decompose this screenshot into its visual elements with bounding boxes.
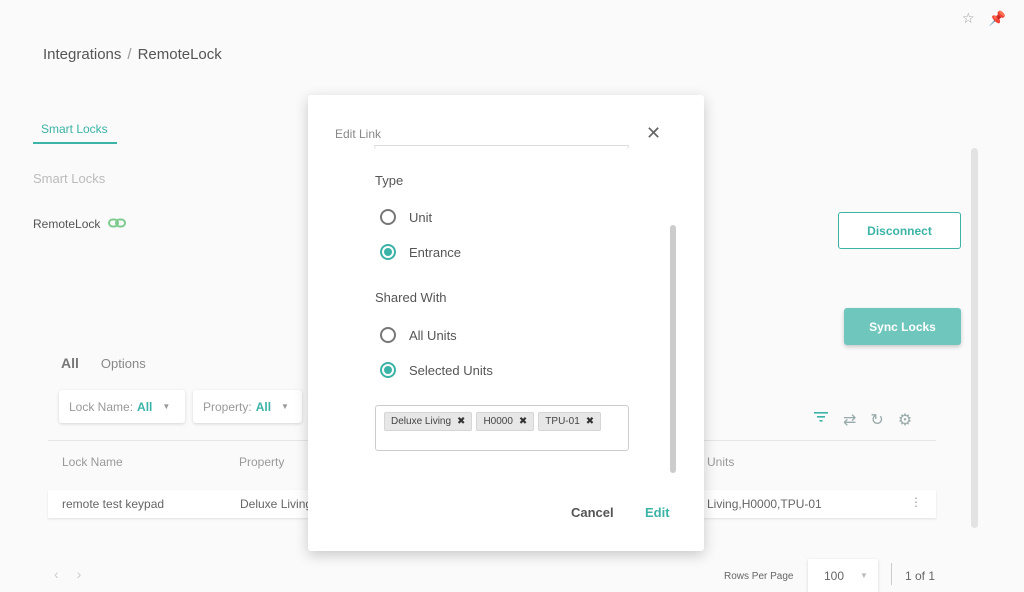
filter-label: Lock Name:	[69, 399, 134, 414]
unit-chip: TPU-01 ✖	[538, 412, 602, 431]
edit-button[interactable]: Edit	[645, 505, 670, 520]
filter-value: All	[137, 399, 153, 414]
disconnect-button[interactable]: Disconnect	[838, 212, 961, 249]
radio-label: All Units	[409, 327, 457, 343]
page-indicator: 1 of 1	[905, 569, 936, 583]
radio-circle	[380, 327, 396, 343]
integration-name: RemoteLock	[33, 217, 101, 231]
breadcrumb: Integrations / RemoteLock	[43, 46, 222, 63]
unit-chip: H0000 ✖	[476, 412, 535, 431]
cell-property: Deluxe Living	[240, 497, 313, 511]
cell-units: e Living,H0000,TPU-01	[697, 497, 822, 511]
breadcrumb-separator: /	[127, 46, 132, 63]
refresh-icon[interactable]: ↻	[870, 410, 883, 430]
radio-label: Selected Units	[409, 362, 493, 378]
column-lock-name[interactable]: Lock Name	[62, 455, 123, 469]
table-toolbar: ⇄ ↻ ⚙	[813, 410, 912, 430]
star-icon[interactable]: ☆	[962, 10, 975, 27]
next-page-icon[interactable]: ›	[77, 566, 82, 582]
settings-icon[interactable]: ⚙	[898, 410, 912, 430]
pager-arrows: ‹ ›	[54, 566, 81, 582]
sync-icon[interactable]: ⇄	[843, 410, 856, 430]
tab-all[interactable]: All	[61, 355, 79, 371]
chip-label: Deluxe Living	[391, 416, 452, 427]
radio-entrance[interactable]: Entrance	[380, 244, 461, 260]
property-filter[interactable]: Property: All ▼	[193, 390, 302, 423]
unit-chip: Deluxe Living ✖	[384, 412, 473, 431]
prev-page-icon[interactable]: ‹	[54, 566, 59, 582]
cancel-button[interactable]: Cancel	[571, 505, 614, 520]
radio-label: Entrance	[409, 244, 462, 260]
radio-circle-checked	[380, 244, 396, 260]
chip-label: H0000	[483, 416, 513, 427]
sync-locks-button[interactable]: Sync Locks	[844, 308, 961, 345]
rows-per-page-value: 100	[824, 568, 845, 583]
shared-with-label: Shared With	[375, 290, 447, 305]
selected-units-input[interactable]: Deluxe Living ✖ H0000 ✖ TPU-01 ✖	[375, 405, 629, 451]
caret-down-icon: ▼	[162, 402, 171, 411]
column-property[interactable]: Property	[239, 455, 284, 469]
radio-circle	[380, 209, 396, 225]
modal-title: Edit Link	[335, 127, 382, 141]
lock-name-filter[interactable]: Lock Name: All ▼	[59, 390, 185, 423]
link-icon	[108, 217, 127, 231]
section-title: Smart Locks	[33, 171, 106, 186]
column-units[interactable]: Units	[707, 455, 734, 469]
filter-value: All	[255, 399, 272, 414]
breadcrumb-integrations[interactable]: Integrations	[43, 46, 121, 63]
filter-icon[interactable]	[813, 410, 829, 430]
chip-label: TPU-01	[545, 416, 580, 427]
type-label: Type	[375, 173, 404, 188]
breadcrumb-remotelock: RemoteLock	[137, 46, 222, 63]
page-scrollbar[interactable]	[971, 148, 978, 528]
top-icons: ☆ 📌	[962, 10, 1006, 27]
radio-all-units[interactable]: All Units	[380, 327, 457, 343]
pin-icon[interactable]: 📌	[989, 10, 1006, 27]
rows-per-page-select[interactable]: 100 ▼	[808, 559, 878, 592]
subtabs: All Options	[61, 355, 146, 371]
remove-chip-icon[interactable]: ✖	[519, 416, 527, 427]
modal-scrollbar[interactable]	[670, 225, 676, 473]
radio-unit[interactable]: Unit	[380, 209, 432, 225]
remove-chip-icon[interactable]: ✖	[457, 416, 465, 427]
radio-circle-checked	[380, 362, 396, 378]
pager-divider	[891, 563, 892, 585]
tab-options[interactable]: Options	[101, 356, 146, 371]
cell-lock-name: remote test keypad	[62, 497, 165, 511]
edit-link-modal: Edit Link ✕ Type Unit Entrance Shared Wi…	[308, 95, 704, 551]
integration-remotelock: RemoteLock	[33, 217, 127, 231]
rows-per-page-label: Rows Per Page	[724, 571, 794, 582]
modal-divider	[374, 145, 629, 149]
caret-down-icon: ▼	[281, 402, 289, 411]
close-icon[interactable]: ✕	[646, 123, 661, 144]
caret-down-icon: ▼	[860, 571, 868, 580]
tab-smart-locks[interactable]: Smart Locks	[33, 122, 117, 144]
radio-selected-units[interactable]: Selected Units	[380, 362, 493, 378]
remove-chip-icon[interactable]: ✖	[586, 416, 594, 427]
more-options-icon[interactable]: ⋮	[910, 495, 922, 509]
filter-label: Property:	[203, 399, 252, 414]
radio-label: Unit	[409, 209, 433, 225]
